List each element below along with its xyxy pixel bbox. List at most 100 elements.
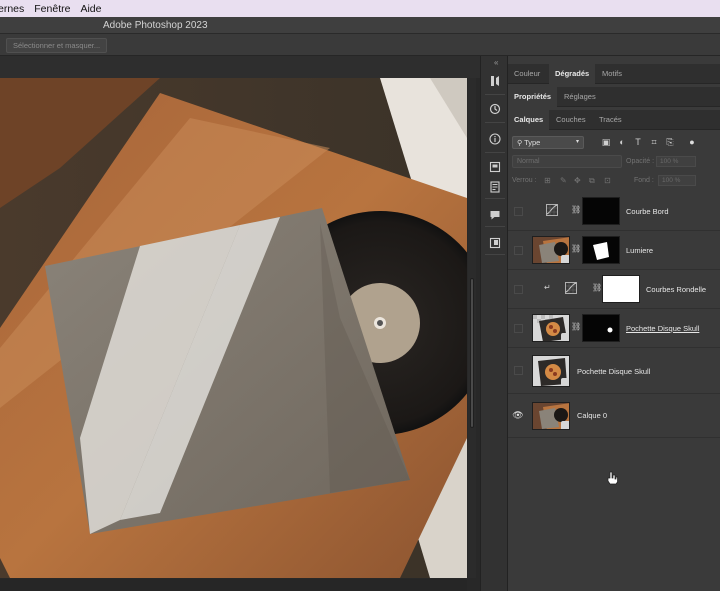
layers-list: ⛓ Courbe Bord ⛓ Lumiere ↵ ⛓ Courbes Rond… [508, 192, 720, 442]
smart-object-badge-icon [561, 333, 569, 341]
smart-object-badge-icon [561, 255, 569, 263]
photoshop-window: ernes Fenêtre Aide Adobe Photoshop 2023 … [0, 0, 720, 591]
layer-name: Pochette Disque Skull [577, 367, 651, 376]
visibility-toggle[interactable] [514, 246, 523, 255]
layer-name: Courbe Bord [626, 207, 669, 216]
lock-label: Verrou : [512, 177, 537, 184]
app-title: Adobe Photoshop 2023 [103, 20, 208, 31]
eye-icon[interactable]: 👁 [512, 409, 524, 421]
strip-divider [485, 122, 505, 123]
filter-toggle-icon[interactable]: ● [686, 136, 698, 148]
visibility-toggle[interactable] [514, 207, 523, 216]
opacity-label: Opacité : [626, 158, 655, 165]
layer-mask-thumbnail[interactable] [582, 197, 620, 225]
panel-tabrow-properties: Propriétés Réglages [508, 87, 720, 107]
layer-mask-thumbnail[interactable] [582, 236, 620, 264]
layer-row[interactable]: 👁 Calque 0 [508, 394, 720, 438]
lock-position-icon[interactable]: ✥ [574, 176, 581, 185]
filter-smart-objects-icon[interactable]: ⎘ [664, 136, 676, 148]
layer-row[interactable]: ↵ ⛓ Courbes Rondelle [508, 270, 720, 309]
menu-item-windows-partial[interactable]: ernes [0, 3, 34, 15]
visibility-toggle[interactable] [514, 285, 523, 294]
layer-name: Courbes Rondelle [646, 285, 707, 294]
brush-settings-icon[interactable] [486, 72, 504, 90]
properties-icon[interactable] [486, 178, 504, 196]
tab-couches[interactable]: Couches [550, 110, 592, 130]
info-icon[interactable] [486, 130, 504, 148]
tab-motifs[interactable]: Motifs [596, 64, 628, 84]
curves-adjustment-icon [546, 204, 558, 218]
layer-row[interactable]: ⛓ Lumiere [508, 231, 720, 270]
canvas-horizontal-scrollbar[interactable] [0, 579, 467, 591]
strip-divider [485, 226, 505, 227]
mouse-pointer-icon [606, 471, 618, 488]
layer-filter-value: Type [524, 138, 541, 147]
smart-object-badge-icon [561, 378, 569, 386]
smart-object-badge-icon [561, 421, 569, 429]
layer-row[interactable]: Pochette Disque Skull [508, 348, 720, 394]
tab-proprietes[interactable]: Propriétés [508, 87, 558, 107]
layer-thumbnail[interactable] [532, 236, 570, 264]
layer-name: Pochette Disque Skull [626, 324, 700, 333]
tab-degrades[interactable]: Dégradés [549, 64, 596, 84]
lock-transparent-pixels-icon[interactable]: ⊞ [544, 176, 551, 185]
layer-mask-thumbnail[interactable] [602, 275, 640, 303]
select-and-mask-button[interactable]: Sélectionner et masquer... [6, 38, 108, 53]
tab-calques[interactable]: Calques [508, 110, 550, 130]
filter-type-layers-icon[interactable]: T [632, 136, 644, 148]
strip-divider [485, 198, 505, 199]
document-tab-strip [0, 56, 480, 78]
lock-all-icon[interactable]: ⊡ [604, 176, 611, 185]
title-bar: Adobe Photoshop 2023 [0, 17, 720, 34]
collapse-panels-chevron-icon[interactable]: « [494, 58, 498, 67]
vinyl-mockup-image [0, 78, 467, 578]
filter-adjustment-layers-icon[interactable]: ◐ [616, 136, 628, 148]
layer-filter-select[interactable]: ⚲ Type ▾ [512, 136, 584, 149]
fill-value-field[interactable]: 100 % [658, 175, 696, 186]
layers-toolbar: ⚲ Type ▾ ▣ ◐ T ⌗ ⎘ ● Normal Opacité : 100… [508, 132, 720, 192]
menu-item-fenetre[interactable]: Fenêtre [34, 3, 80, 15]
panel-tabrow-layers: Calques Couches Tracés [508, 110, 720, 130]
filter-shape-layers-icon[interactable]: ⌗ [648, 136, 660, 148]
tab-reglages[interactable]: Réglages [558, 87, 602, 107]
swatches-icon[interactable] [486, 158, 504, 176]
blend-mode-value: Normal [517, 158, 540, 165]
opacity-value-field[interactable]: 100 % [656, 156, 696, 167]
comments-icon[interactable] [486, 206, 504, 224]
fill-label: Fond : [634, 177, 654, 184]
lock-artboard-icon[interactable]: ⧉ [589, 176, 595, 186]
history-icon[interactable] [486, 100, 504, 118]
layer-thumbnail[interactable] [532, 402, 570, 430]
mask-link-chain-icon[interactable]: ⛓ [571, 205, 581, 214]
panel-tabrow-color: Couleur Dégradés Motifs [508, 64, 720, 84]
mask-link-chain-icon[interactable]: ⛓ [592, 283, 602, 292]
strip-divider [485, 152, 505, 153]
visibility-toggle[interactable] [514, 366, 523, 375]
canvas-area [0, 56, 480, 591]
curves-adjustment-icon [565, 282, 577, 296]
layer-row[interactable]: ⛓ Courbe Bord [508, 192, 720, 231]
collapsed-panels-strip [480, 56, 508, 591]
layer-mask-thumbnail[interactable] [582, 314, 620, 342]
filter-pixel-layers-icon[interactable]: ▣ [600, 136, 612, 148]
menu-item-aide[interactable]: Aide [80, 3, 111, 15]
layer-thumbnail[interactable] [532, 314, 570, 342]
clipping-mask-arrow-icon: ↵ [544, 283, 551, 292]
layer-thumbnail[interactable] [532, 355, 570, 387]
mask-link-chain-icon[interactable]: ⛓ [571, 322, 581, 331]
document-canvas[interactable] [0, 78, 467, 578]
blend-mode-select[interactable]: Normal [512, 155, 622, 168]
canvas-vertical-scrollbar[interactable] [468, 78, 476, 578]
layer-name: Calque 0 [577, 411, 608, 420]
options-bar: Sélectionner et masquer... [0, 34, 720, 56]
lock-image-pixels-icon[interactable]: ✎ [560, 176, 567, 185]
menu-bar: ernes Fenêtre Aide [0, 0, 720, 17]
tab-traces[interactable]: Tracés [593, 110, 628, 130]
visibility-toggle[interactable] [514, 324, 523, 333]
strip-divider [485, 254, 505, 255]
libraries-icon[interactable] [486, 234, 504, 252]
layer-row[interactable]: ⛓ Pochette Disque Skull [508, 309, 720, 348]
scrollbar-thumb[interactable] [470, 278, 474, 428]
mask-link-chain-icon[interactable]: ⛓ [571, 244, 581, 253]
tab-couleur[interactable]: Couleur [508, 64, 546, 84]
